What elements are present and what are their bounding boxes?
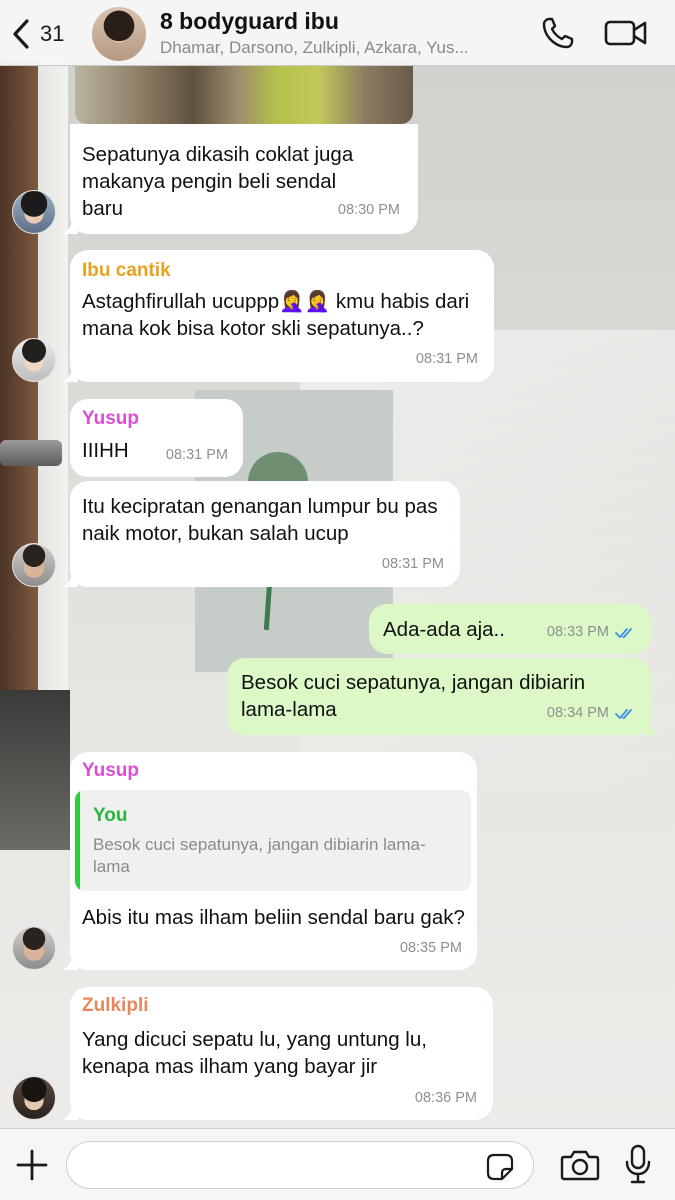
message-time: 08:33 PM — [547, 619, 637, 646]
bubble-tail — [62, 571, 78, 587]
quote-text: Besok cuci sepatunya, jangan dibiarin la… — [93, 835, 426, 876]
read-ticks-icon — [615, 627, 632, 638]
bubble-tail — [62, 954, 78, 970]
bubble-tail — [62, 1104, 78, 1120]
phone-icon[interactable] — [540, 15, 576, 51]
avatar[interactable] — [12, 190, 56, 234]
quoted-message[interactable]: You Besok cuci sepatunya, jangan dibiari… — [75, 790, 471, 891]
chevron-left-icon — [13, 19, 29, 49]
message-composer — [0, 1128, 675, 1200]
avatar[interactable] — [12, 338, 56, 382]
wallpaper-floor — [0, 690, 70, 850]
sender-name[interactable]: Zulkipli — [82, 993, 149, 1019]
avatar[interactable] — [12, 1076, 56, 1120]
camera-icon[interactable] — [560, 1147, 600, 1183]
message-bubble: Besok cuci sepatunya, jangan dibiarin la… — [227, 658, 659, 735]
video-camera-icon[interactable] — [604, 17, 648, 49]
chat-title[interactable]: 8 bodyguard ibu — [160, 8, 339, 35]
message-bubble: Yusup You Besok cuci sepatunya, jangan d… — [62, 752, 477, 970]
quote-bar — [75, 790, 80, 891]
message-time: 08:31 PM — [381, 556, 444, 572]
message-time-text: 08:33 PM — [546, 624, 609, 640]
wallpaper-door-handle — [0, 440, 62, 466]
message-time: 08:35 PM — [399, 940, 462, 956]
chat-header: 31 8 bodyguard ibu Dhamar, Darsono, Zulk… — [0, 0, 675, 66]
read-ticks-icon — [615, 708, 632, 719]
avatar[interactable] — [12, 543, 56, 587]
message-time: 08:34 PM — [547, 700, 637, 727]
message-bubble: Ada-ada aja.. 08:33 PM — [369, 604, 651, 654]
message-bubble: Zulkipli Yang dicuci sepatu lu, yang unt… — [62, 987, 493, 1120]
microphone-icon[interactable] — [624, 1144, 652, 1186]
group-avatar[interactable] — [92, 7, 146, 61]
message-time: 08:30 PM — [337, 202, 400, 218]
message-bubble: Itu kecipratan genangan lumpur bu pas na… — [62, 481, 460, 587]
message-text: Yang dicuci sepatu lu, yang untung lu, k… — [82, 1028, 427, 1078]
message-bubble: Sepatunya dikasih coklat juga makanya pe… — [62, 124, 418, 234]
sender-name[interactable]: Yusup — [82, 406, 139, 432]
message-time: 08:31 PM — [415, 351, 478, 367]
unread-count: 31 — [40, 21, 65, 46]
sender-name[interactable]: Yusup — [82, 758, 139, 784]
message-text: Abis itu mas ilham beliin sendal baru ga… — [82, 906, 465, 929]
chat-members[interactable]: Dhamar, Darsono, Zulkipli, Azkara, Yus..… — [160, 38, 522, 58]
avatar[interactable] — [12, 926, 56, 970]
bubble-tail — [62, 218, 78, 234]
sender-name[interactable]: Ibu cantik — [82, 258, 171, 284]
bubble-tail — [643, 719, 659, 735]
quote-author: You — [93, 805, 128, 826]
message-text: Astaghfirullah ucuppp🤦‍♀️🤦‍♀️ kmu habis … — [82, 290, 470, 340]
message-time-text: 08:34 PM — [546, 705, 609, 721]
plus-icon[interactable] — [14, 1147, 50, 1183]
message-time: 08:36 PM — [414, 1090, 477, 1106]
sticker-icon[interactable] — [486, 1153, 514, 1181]
message-text: Ada-ada aja.. — [383, 618, 505, 641]
message-input[interactable] — [66, 1141, 534, 1189]
message-text: Itu kecipratan genangan lumpur bu pas na… — [82, 495, 438, 545]
message-text: IIIHH — [82, 439, 129, 462]
message-bubble: Ibu cantik Astaghfirullah ucuppp🤦‍♀️🤦‍♀️… — [62, 250, 494, 382]
bubble-tail — [62, 366, 78, 382]
message-time: 08:31 PM — [165, 447, 228, 463]
message-bubble: Yusup IIIHH 08:31 PM — [70, 399, 243, 477]
back-button[interactable]: 31 — [10, 14, 76, 54]
